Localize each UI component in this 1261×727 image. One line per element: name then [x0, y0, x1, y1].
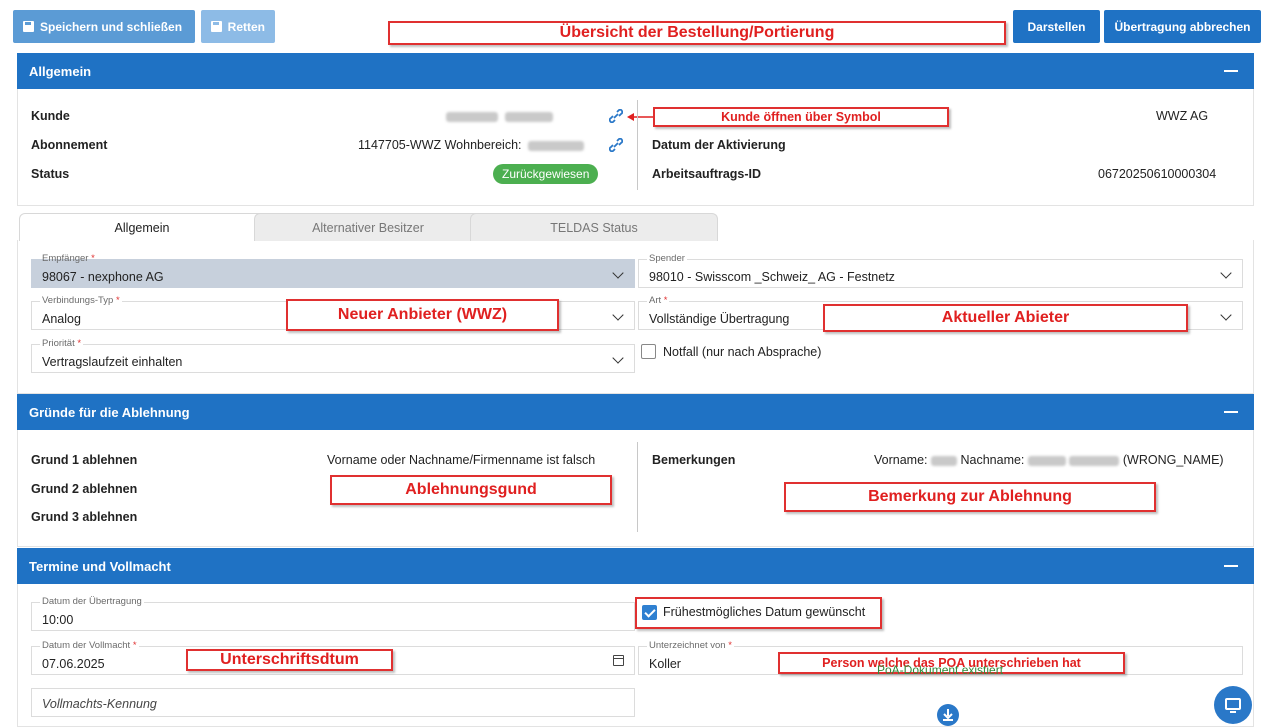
poa-date-value: 07.06.2025: [42, 657, 105, 671]
save-and-close-button[interactable]: Speichern und schließen: [13, 10, 195, 43]
poa-id-field[interactable]: Vollmachts-Kennung: [31, 688, 635, 717]
status-badge: Zurückgewiesen: [493, 164, 599, 184]
tab-alternative-owner[interactable]: Alternativer Besitzer: [254, 213, 482, 241]
signed-by-label: Unterzeichnet von *: [647, 640, 734, 652]
work-order-value: 06720250610000304: [1098, 167, 1217, 181]
current-provider-annotation: Aktueller Abieter: [823, 304, 1188, 332]
donor-select[interactable]: Spender 98010 - Swisscom _Schweiz_ AG - …: [638, 253, 1243, 288]
rejection-reason-annotation: Ablehnungsgund: [330, 475, 612, 505]
rejection-panel-title: Gründe für die Ablehnung: [29, 404, 190, 420]
cancel-transfer-button[interactable]: Übertragung abbrechen: [1104, 10, 1261, 43]
reason3-label: Grund 3 ablehnen: [31, 510, 138, 524]
save-button[interactable]: Retten: [201, 10, 275, 43]
chevron-down-icon: [612, 352, 624, 364]
collapse-icon[interactable]: [1224, 411, 1238, 413]
rejection-panel-header[interactable]: Gründe für die Ablehnung: [17, 394, 1254, 430]
reason1-value: Vorname oder Nachname/Firmenname ist fal…: [327, 453, 596, 467]
earliest-date-checkbox[interactable]: [642, 605, 657, 620]
save-icon: [23, 21, 34, 32]
transfer-date-field[interactable]: Datum der Übertragung 10:00: [31, 596, 635, 631]
display-button[interactable]: Darstellen: [1013, 10, 1100, 43]
activation-date-label: Datum der Aktivierung: [652, 138, 786, 152]
arrow-icon: [627, 113, 653, 121]
dates-panel-title: Termine und Vollmacht: [29, 558, 171, 574]
tab-general[interactable]: Allgemein: [19, 213, 265, 241]
recipient-value: 98067 - nexphone AG: [42, 270, 164, 284]
link-icon[interactable]: [609, 109, 623, 123]
chevron-down-icon: [1220, 309, 1232, 321]
monitor-icon: [1225, 698, 1241, 713]
emergency-checkbox[interactable]: [641, 344, 656, 359]
dates-panel-header[interactable]: Termine und Vollmacht: [17, 548, 1254, 584]
reason2-label: Grund 2 ablehnen: [31, 482, 138, 496]
reason1-label: Grund 1 ablehnen: [31, 453, 138, 467]
chevron-down-icon: [612, 267, 624, 279]
chevron-down-icon: [612, 309, 624, 321]
donor-label: Spender: [647, 253, 687, 265]
poa-date-label: Datum der Vollmacht *: [40, 640, 139, 652]
priority-select[interactable]: Priorität * Vertragslaufzeit einhalten: [31, 338, 635, 373]
divider: [637, 442, 638, 532]
link-icon[interactable]: [609, 138, 623, 152]
chat-button[interactable]: [1214, 686, 1252, 724]
subscription-text: 1147705-WWZ Wohnbereich:: [358, 138, 522, 152]
poa-exists-label: PoA-Dokument existiert: [877, 663, 1004, 677]
transfer-date-value: 10:00: [42, 613, 74, 627]
work-order-label: Arbeitsauftrags-ID: [652, 167, 762, 181]
tab-teldas-status[interactable]: TELDAS Status: [470, 213, 718, 241]
customer-name-redacted: [446, 109, 554, 123]
priority-value: Vertragslaufzeit einhalten: [42, 355, 183, 369]
open-customer-annotation: Kunde öffnen über Symbol: [653, 107, 949, 127]
calendar-icon[interactable]: [613, 655, 624, 666]
subscription-value: 1147705-WWZ Wohnbereich:: [358, 138, 584, 152]
status-label: Status: [31, 167, 70, 181]
remarks-label: Bemerkungen: [652, 453, 736, 467]
collapse-icon[interactable]: [1224, 70, 1238, 72]
donor-value: 98010 - Swisscom _Schweiz_ AG - Festnetz: [649, 270, 895, 284]
company-value: WWZ AG: [1156, 109, 1209, 123]
connection-type-value: Analog: [42, 312, 81, 326]
transfer-kind-label: Art *: [647, 295, 670, 307]
new-provider-annotation: Neuer Anbieter (WWZ): [286, 299, 559, 331]
save-label: Retten: [227, 19, 265, 34]
emergency-label: Notfall (nur nach Absprache): [663, 345, 822, 359]
recipient-label: Empfänger *: [42, 253, 95, 264]
overview-annotation: Übersicht der Bestellung/Portierung: [388, 21, 1006, 45]
remarks-value: Vorname: Nachname: (WRONG_NAME): [874, 453, 1224, 467]
signature-date-annotation: Unterschriftsdtum: [186, 649, 393, 671]
chevron-down-icon: [1220, 267, 1232, 279]
earliest-date-label: Frühestmögliches Datum gewünscht: [663, 605, 866, 619]
priority-label: Priorität *: [40, 338, 84, 350]
general-panel-header[interactable]: Allgemein: [17, 53, 1254, 89]
transfer-kind-value: Vollständige Übertragung: [649, 312, 790, 326]
recipient-select[interactable]: Empfänger * 98067 - nexphone AG: [31, 253, 635, 288]
divider: [637, 100, 638, 190]
download-icon[interactable]: [937, 704, 959, 726]
general-panel-title: Allgemein: [29, 63, 92, 79]
transfer-date-label: Datum der Übertragung: [40, 596, 144, 608]
save-and-close-label: Speichern und schließen: [40, 19, 183, 34]
poa-id-placeholder: Vollmachts-Kennung: [42, 697, 157, 711]
customer-label: Kunde: [31, 109, 70, 123]
signed-by-value: Koller: [649, 657, 681, 671]
rejection-remark-annotation: Bemerkung zur Ablehnung: [784, 482, 1156, 512]
subscription-label: Abonnement: [31, 138, 108, 152]
save-icon: [211, 21, 222, 32]
connection-type-label: Verbindungs-Typ *: [40, 295, 122, 307]
general-panel-body: [17, 89, 1254, 206]
collapse-icon[interactable]: [1224, 565, 1238, 567]
